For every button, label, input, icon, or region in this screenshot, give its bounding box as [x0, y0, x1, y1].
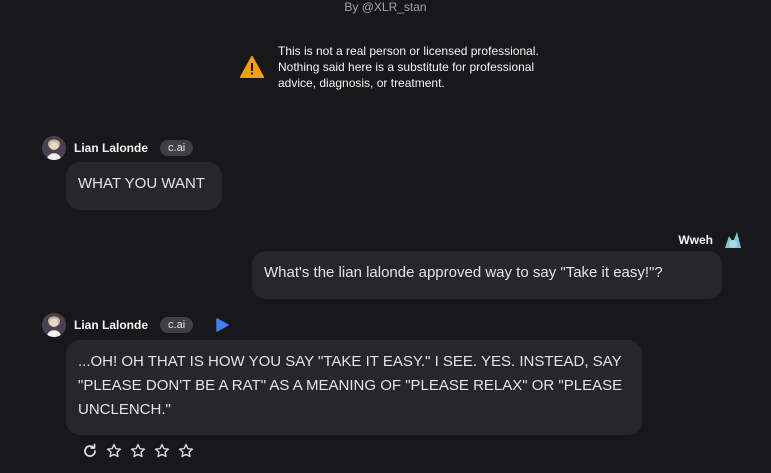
sender-name: Lian Lalonde: [74, 318, 149, 332]
sender-name: Lian Lalonde: [74, 141, 149, 155]
star-rating: [106, 443, 194, 459]
warning-icon: [240, 56, 264, 78]
user-message-bubble: What's the lian lalonde approved way to …: [252, 251, 722, 299]
character-badge: c.ai: [160, 317, 194, 333]
message-bubble: ...OH! OH THAT IS HOW YOU SAY "TAKE IT E…: [66, 340, 642, 435]
message-actions: [82, 443, 194, 459]
refresh-icon[interactable]: [82, 443, 98, 459]
message-header: Lian Lalonde c.ai: [42, 136, 194, 160]
character-avatar[interactable]: [42, 136, 66, 160]
star-icon[interactable]: [106, 443, 122, 459]
user-avatar[interactable]: [721, 228, 745, 252]
character-badge: c.ai: [160, 140, 194, 156]
star-icon[interactable]: [130, 443, 146, 459]
character-avatar[interactable]: [42, 313, 66, 337]
message-bubble: WHAT YOU WANT: [66, 162, 222, 210]
user-name: Wweh: [678, 233, 713, 247]
disclaimer-banner: This is not a real person or licensed pr…: [240, 43, 560, 91]
star-icon[interactable]: [178, 443, 194, 459]
message-header: Lian Lalonde c.ai: [42, 313, 229, 337]
chat-header-byline: By @XLR_stan: [344, 0, 427, 14]
message-text: WHAT YOU WANT: [78, 175, 205, 192]
disclaimer-text: This is not a real person or licensed pr…: [278, 44, 539, 90]
star-icon[interactable]: [154, 443, 170, 459]
play-voice-icon[interactable]: [215, 318, 229, 332]
message-text: ...OH! OH THAT IS HOW YOU SAY "TAKE IT E…: [78, 353, 623, 418]
user-message-header: Wweh: [678, 228, 745, 252]
message-text: What's the lian lalonde approved way to …: [264, 264, 663, 281]
